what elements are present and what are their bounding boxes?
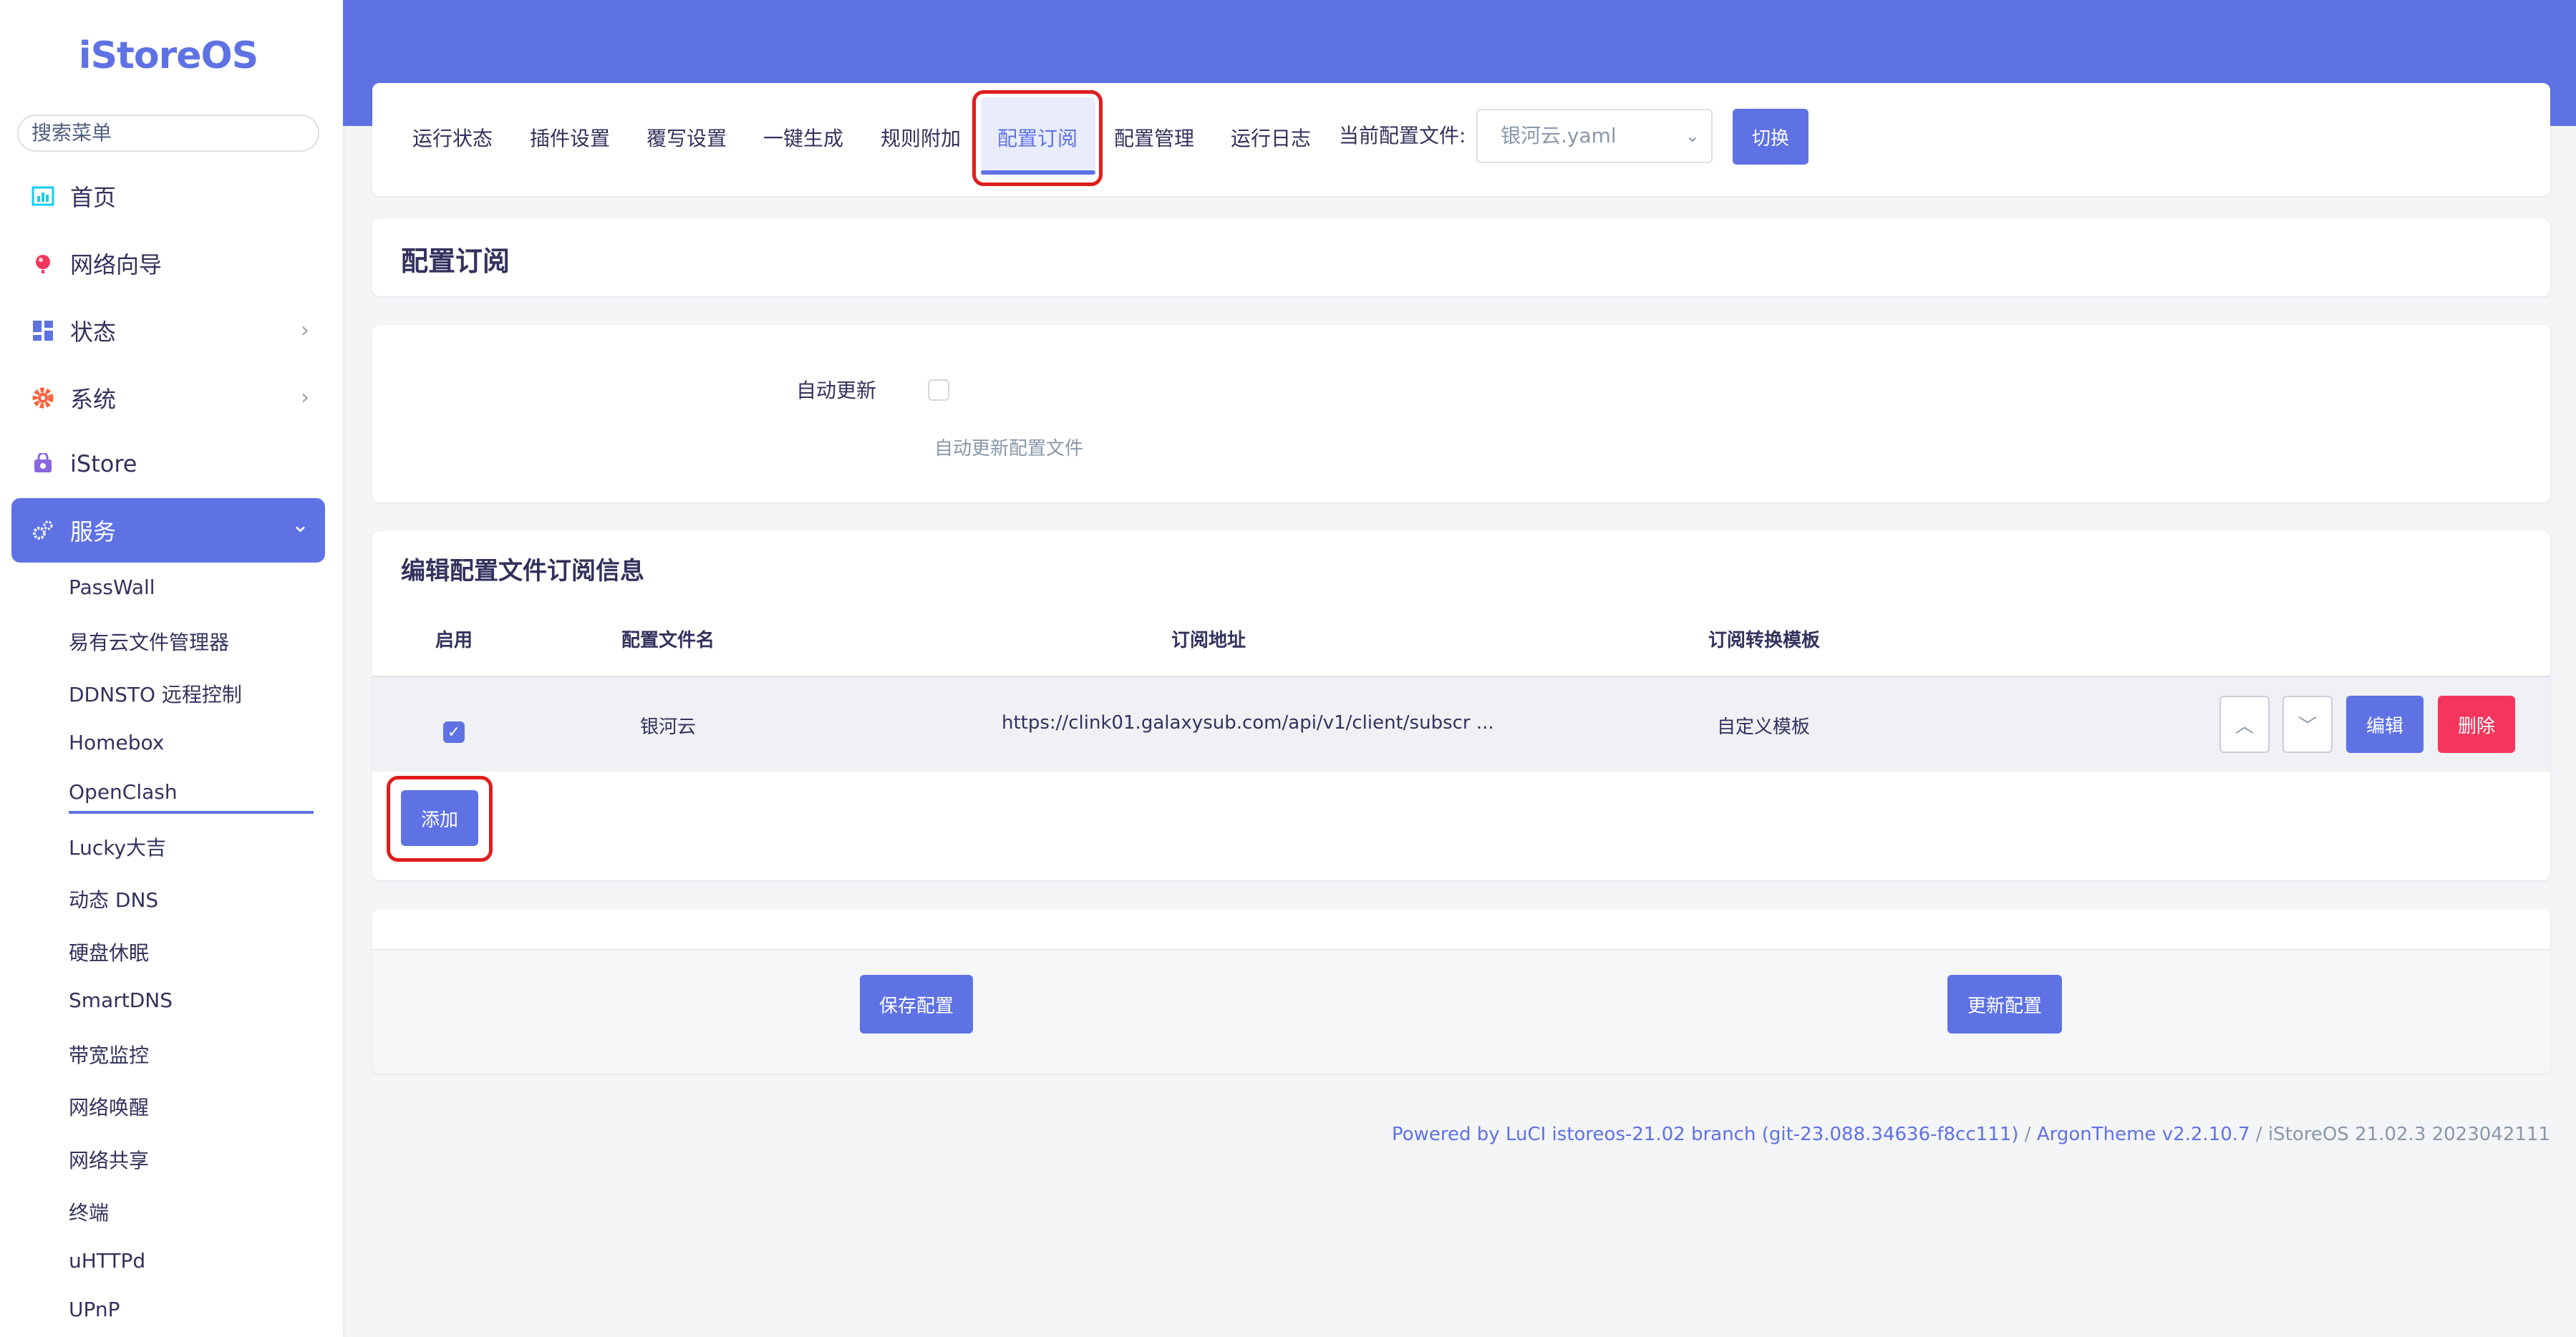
sidebar-subitem-lucky[interactable]: Lucky大吉: [69, 832, 166, 861]
tab-rule-append[interactable]: 规则附加: [881, 123, 961, 152]
sidebar-item-status[interactable]: 状态 ›: [11, 299, 325, 362]
update-config-button[interactable]: 更新配置: [1947, 975, 2062, 1034]
sidebar-item-label: 系统: [70, 386, 117, 413]
auto-update-hint: 自动更新配置文件: [934, 438, 1084, 460]
dashboard-icon: [29, 182, 57, 210]
logo: iStoreOS: [78, 34, 258, 77]
sidebar-item-label: iStore: [70, 450, 137, 477]
save-config-button[interactable]: 保存配置: [860, 975, 973, 1034]
switch-button[interactable]: 切换: [1733, 109, 1808, 165]
chevron-down-icon: ﹀: [2297, 715, 2317, 737]
column-header-config-name: 配置文件名: [621, 630, 715, 651]
sidebar-subitem-ddnsto[interactable]: DDNSTO 远程控制: [69, 679, 242, 708]
sidebar-item-network-wizard[interactable]: 网络向导: [11, 232, 325, 295]
chevron-right-icon: ›: [301, 318, 309, 343]
sidebar: iStoreOS 搜索菜单 首页 网络向导 状态 › 系统 › iStore 服…: [0, 0, 343, 1337]
auto-update-checkbox[interactable]: [928, 379, 949, 401]
highlight-box-tab: [972, 90, 1103, 186]
page-title-card: [372, 219, 2550, 296]
column-header-enabled: 启用: [435, 630, 473, 651]
sidebar-subitem-ddns[interactable]: 动态 DNS: [69, 885, 158, 913]
sidebar-subitem-wol[interactable]: 网络唤醒: [69, 1092, 149, 1121]
config-file-selected: 银河云.yaml: [1501, 124, 1617, 147]
gear-icon: [29, 384, 57, 412]
sidebar-subitem-homebox[interactable]: Homebox: [69, 731, 164, 754]
services-icon: [29, 516, 57, 545]
sidebar-item-system[interactable]: 系统 ›: [11, 366, 325, 429]
grid-icon: [29, 316, 57, 345]
sidebar-item-services[interactable]: 服务 ⌄: [11, 498, 325, 563]
tab-plugin-settings[interactable]: 插件设置: [530, 123, 610, 152]
tab-one-click-generate[interactable]: 一键生成: [763, 123, 843, 152]
chevron-right-icon: ›: [301, 385, 309, 410]
column-header-subscribe-url: 订阅地址: [1171, 630, 1246, 651]
actions-bar: [372, 949, 2550, 1074]
search-input[interactable]: 搜索菜单: [17, 115, 319, 152]
footer-version: iStoreOS 21.02.3 2023042111: [2267, 1124, 2550, 1145]
sidebar-subitem-uhttpd[interactable]: uHTTPd: [69, 1249, 145, 1273]
chevron-up-icon: ︿: [2234, 715, 2254, 737]
edit-button[interactable]: 编辑: [2346, 696, 2424, 753]
tab-config-manage[interactable]: 配置管理: [1114, 123, 1194, 152]
chevron-down-icon: ⌄: [291, 512, 309, 538]
delete-button[interactable]: 删除: [2438, 696, 2515, 753]
tab-overwrite-settings[interactable]: 覆写设置: [647, 123, 727, 152]
sidebar-item-label: 服务: [70, 518, 117, 545]
row-enabled-checkbox[interactable]: ✓: [443, 721, 465, 743]
sidebar-subitem-linkease[interactable]: 易有云文件管理器: [69, 627, 229, 656]
sidebar-subitem-samba[interactable]: 网络共享: [69, 1145, 149, 1174]
sidebar-subitem-smartdns[interactable]: SmartDNS: [69, 988, 173, 1012]
sidebar-subitem-hd-idle[interactable]: 硬盘休眠: [69, 938, 149, 966]
globe-icon: [29, 249, 57, 278]
row-config-name: 银河云: [640, 716, 697, 738]
highlight-box-add: [387, 776, 493, 862]
config-file-label: 当前配置文件:: [1339, 124, 1466, 147]
sidebar-item-label: 网络向导: [70, 251, 163, 278]
config-file-select[interactable]: 银河云.yaml ⌄: [1476, 109, 1713, 163]
sidebar-subitem-terminal[interactable]: 终端: [69, 1197, 109, 1226]
sidebar-subitem-passwall[interactable]: PassWall: [69, 575, 155, 599]
sidebar-item-label: 状态: [70, 319, 117, 346]
store-icon: [29, 449, 57, 478]
sidebar-subitem-openclash[interactable]: OpenClash: [69, 780, 178, 804]
column-header-template: 订阅转换模板: [1708, 630, 1821, 651]
sidebar-subitem-bandwidth[interactable]: 带宽监控: [69, 1040, 149, 1069]
active-subitem-underline: [69, 811, 314, 814]
auto-update-label: 自动更新: [796, 379, 877, 402]
tab-run-log[interactable]: 运行日志: [1231, 123, 1311, 152]
footer-theme-link[interactable]: ArgonTheme v2.2.10.7: [2037, 1124, 2250, 1145]
chevron-down-icon: ⌄: [1685, 126, 1700, 146]
footer: Powered by LuCI istoreos-21.02 branch (g…: [1392, 1124, 2550, 1145]
sidebar-item-label: 首页: [70, 184, 117, 211]
subscription-title: 编辑配置文件订阅信息: [401, 557, 644, 585]
sidebar-item-istore[interactable]: iStore: [11, 432, 325, 495]
tab-run-status[interactable]: 运行状态: [412, 123, 493, 152]
sidebar-item-home[interactable]: 首页: [11, 165, 325, 228]
footer-separator: /: [2018, 1124, 2037, 1145]
sidebar-subitem-upnp[interactable]: UPnP: [69, 1298, 120, 1321]
footer-separator: /: [2250, 1124, 2268, 1145]
move-down-button[interactable]: ﹀: [2282, 696, 2333, 753]
row-template: 自定义模板: [1717, 716, 1811, 738]
page-title: 配置订阅: [401, 245, 510, 277]
row-subscribe-url: https://clink01.galaxysub.com/api/v1/cli…: [1002, 712, 1494, 734]
footer-powered-link[interactable]: Powered by LuCI istoreos-21.02 branch (g…: [1392, 1124, 2019, 1145]
auto-update-card: [372, 325, 2550, 502]
move-up-button[interactable]: ︿: [2219, 696, 2270, 753]
